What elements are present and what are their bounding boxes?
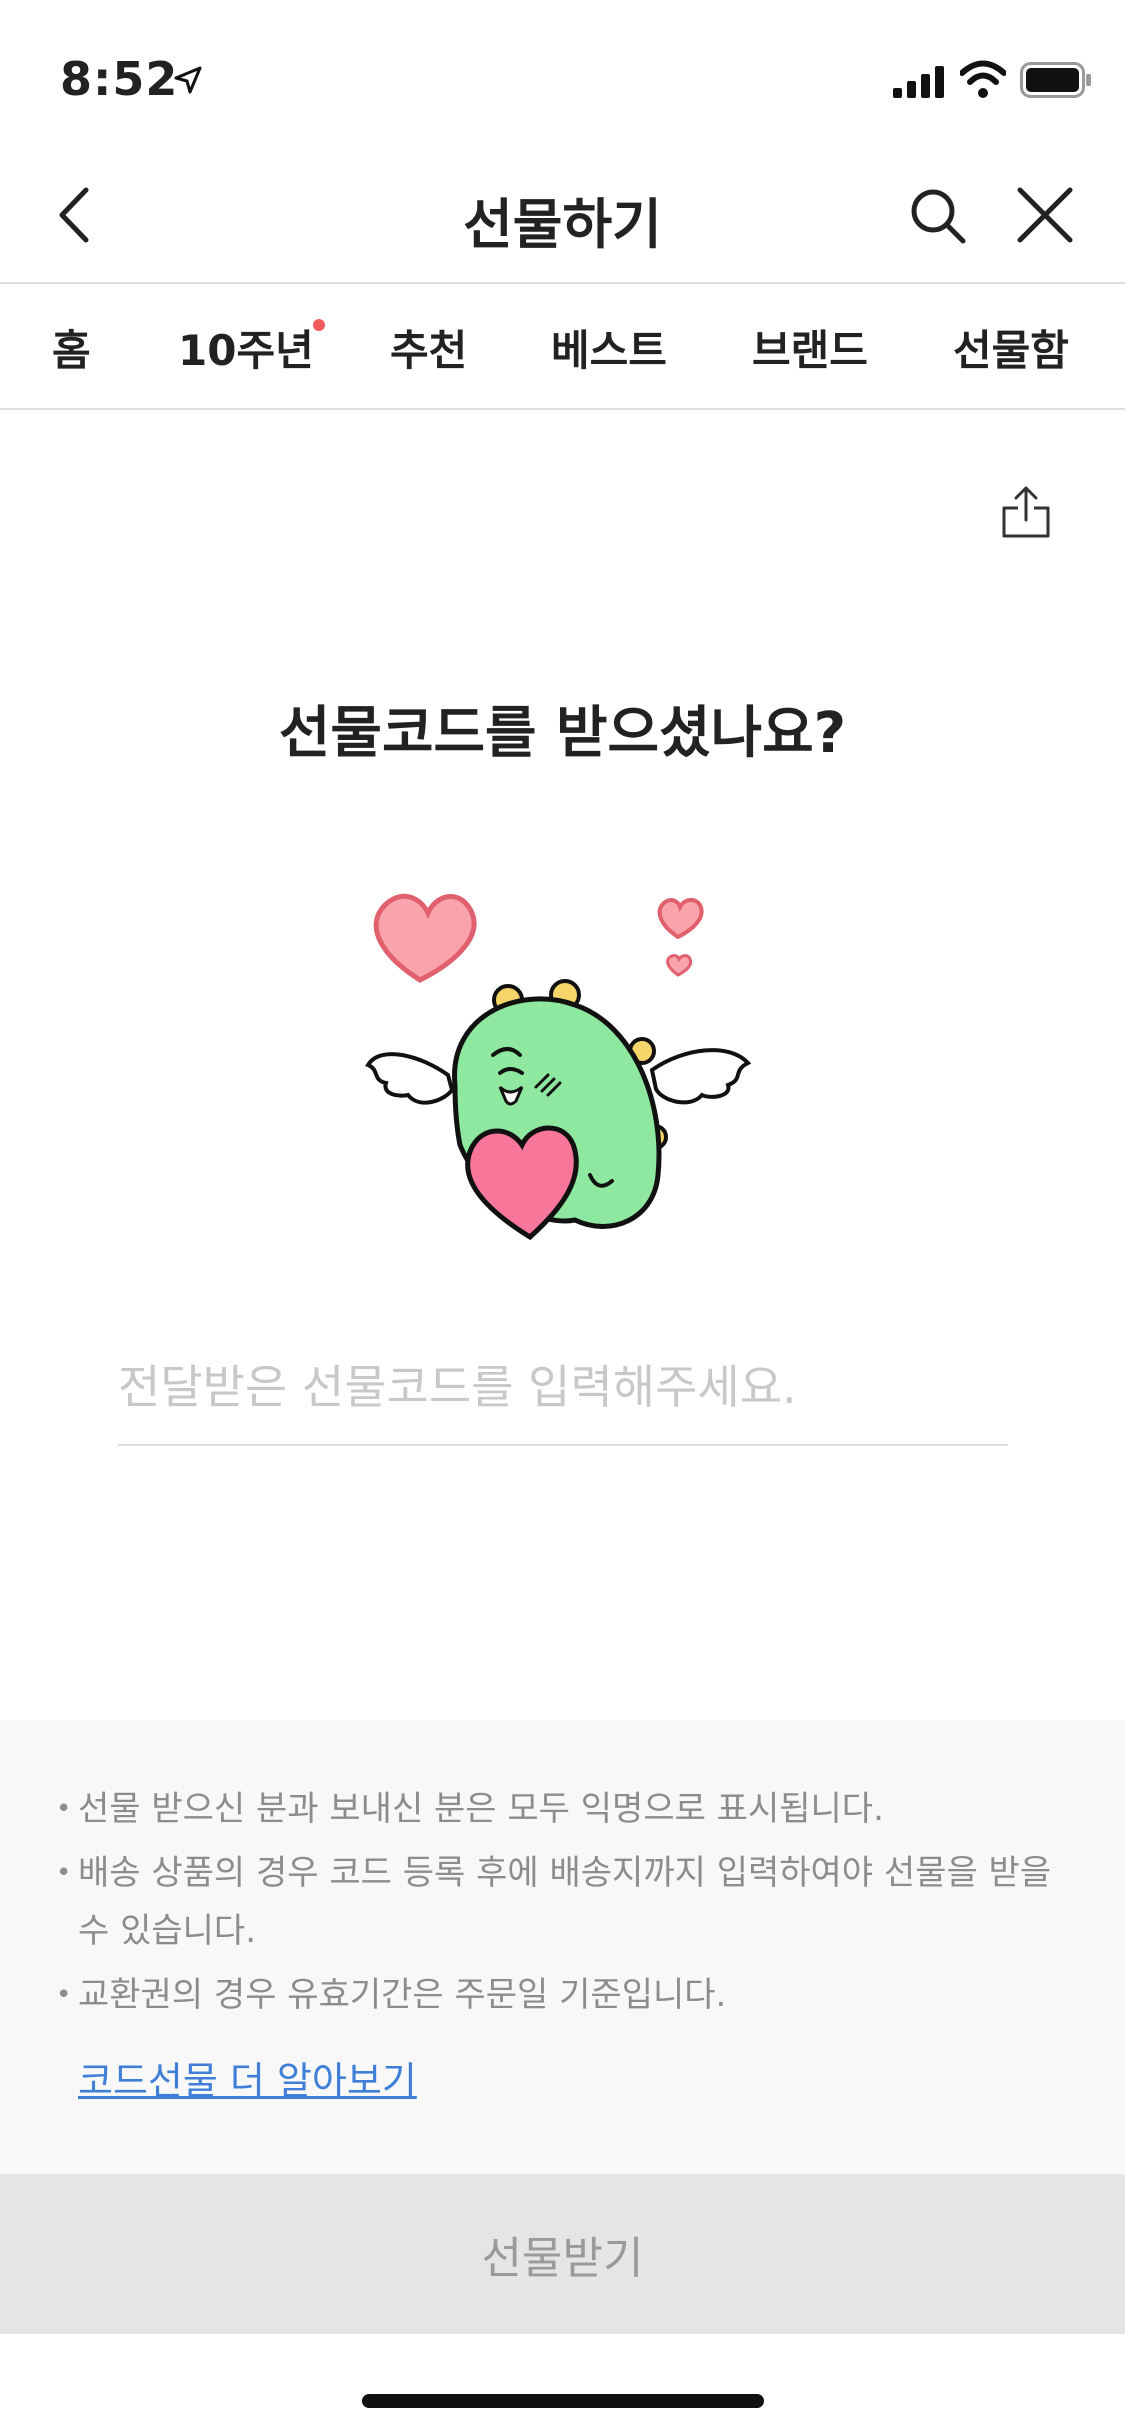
notice-item: 선물 받으신 분과 보내신 분은 모두 익명으로 표시됩니다. [56,1780,1066,1838]
tab-home[interactable]: 홈 [52,317,91,378]
gift-code-input[interactable] [118,1330,1008,1446]
category-tab-bar: 홈 10주년 추천 베스트 브랜드 선물함 [0,285,1125,410]
notice-item: 배송 상품의 경우 코드 등록 후에 배송지까지 입력하여야 선물을 받을 수 … [56,1844,1066,1960]
status-time: 8:52 [60,52,179,106]
new-badge-dot [313,319,325,331]
tab-brand[interactable]: 브랜드 [752,317,868,378]
tab-best[interactable]: 베스트 [551,317,667,378]
signal-bars-icon [893,66,944,98]
tab-gift-box[interactable]: 선물함 [953,317,1069,378]
learn-more-link[interactable]: 코드선물 더 알아보기 [78,2050,417,2105]
search-icon[interactable] [905,180,969,250]
tab-10th-anniversary[interactable]: 10주년 [178,317,314,378]
share-icon[interactable] [998,484,1054,540]
home-indicator [362,2394,764,2408]
gift-code-page: 8:52 선물하기 홈 10주년 추천 베스트 브랜드 선물함 선물코드를 받으… [0,0,1125,2436]
battery-icon [1020,62,1091,98]
close-icon[interactable] [1010,180,1080,250]
top-navigation-bar: 선물하기 [0,150,1125,284]
location-arrow-icon [174,66,202,94]
winged-dinosaur-illustration [365,893,752,1241]
tab-recommended[interactable]: 추천 [390,317,467,378]
wifi-icon [960,60,1006,98]
notice-item: 교환권의 경우 유효기간은 주문일 기준입니다. [56,1966,1066,2024]
notice-panel: 선물 받으신 분과 보내신 분은 모두 익명으로 표시됩니다. 배송 상품의 경… [0,1720,1125,2174]
main-heading: 선물코드를 받으셨나요? [278,701,847,766]
receive-gift-button[interactable]: 선물받기 [0,2174,1125,2334]
status-bar: 8:52 [0,0,1125,150]
notice-list: 선물 받으신 분과 보내신 분은 모두 익명으로 표시됩니다. 배송 상품의 경… [56,1780,1066,2030]
